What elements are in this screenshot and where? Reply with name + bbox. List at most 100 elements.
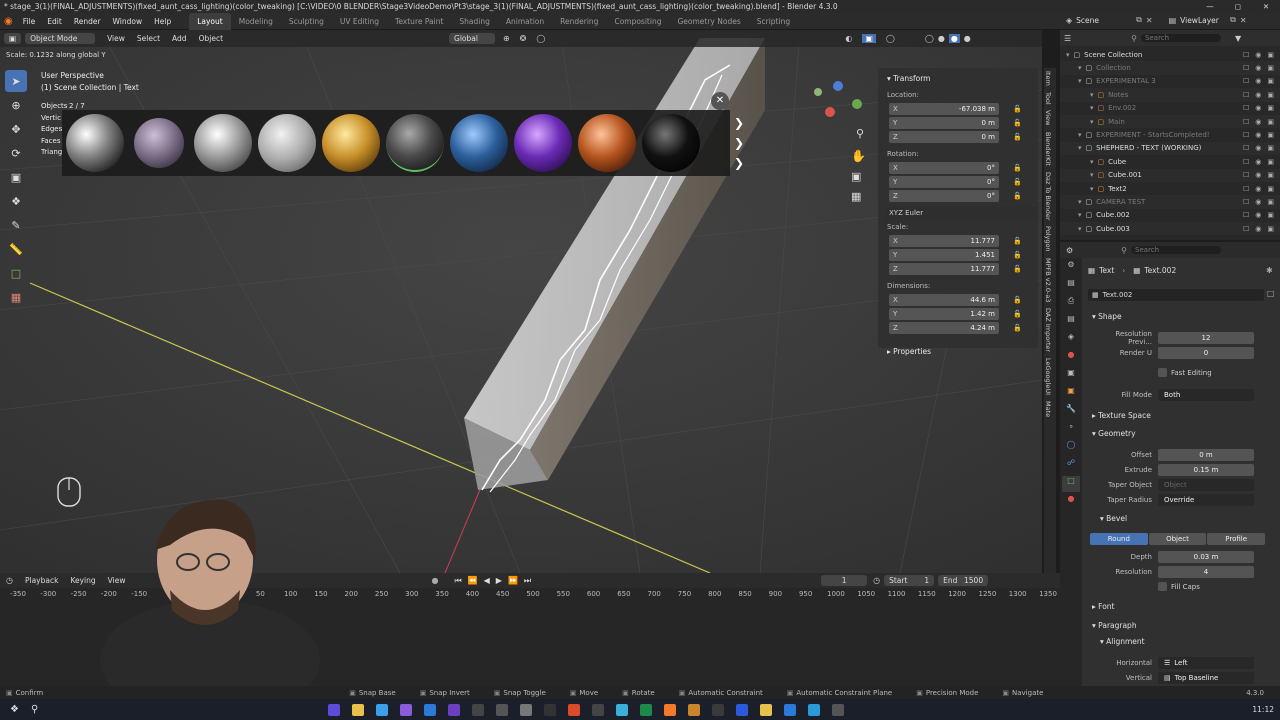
offset-field[interactable]: 0 m xyxy=(1158,448,1254,461)
exclude-checkbox-icon[interactable]: ☐ xyxy=(1243,144,1249,152)
sidebar-tab-blenderkit[interactable]: BlenderKit xyxy=(1044,129,1052,169)
new-scene-icon[interactable]: ⧉ xyxy=(1136,15,1142,25)
transform-tool-icon[interactable]: ❖ xyxy=(5,190,27,212)
timeline-editor-icon[interactable]: ◷ xyxy=(6,576,13,585)
exclude-checkbox-icon[interactable]: ☐ xyxy=(1243,77,1249,85)
location-x-field[interactable]: X -67.038 m xyxy=(889,103,999,115)
tab-rendering[interactable]: Rendering xyxy=(552,13,606,30)
taskbar-clock[interactable]: 11:12 xyxy=(1252,705,1274,714)
outliner-row[interactable]: ▾ ▢ EXPERIMENT - StartsCompleted! ☐ ◉ ▣ xyxy=(1060,128,1280,141)
taskbar-app-icon[interactable] xyxy=(544,703,557,716)
rotation-z-field[interactable]: Z 0° xyxy=(889,190,999,202)
expand-arrow-icon[interactable]: ▾ xyxy=(1078,77,1082,85)
lock-icon[interactable]: 🔓 xyxy=(1013,133,1022,141)
bevel-tab-profile[interactable]: Profile xyxy=(1207,533,1266,545)
eye-icon[interactable]: ◉ xyxy=(1255,144,1261,152)
taskbar-app-icon[interactable] xyxy=(736,703,749,716)
exclude-checkbox-icon[interactable]: ☐ xyxy=(1243,225,1249,233)
sidebar-tab-daz-to-blender[interactable]: Daz To Blender xyxy=(1044,169,1052,224)
fill-mode-dropdown[interactable]: Both xyxy=(1158,388,1254,401)
new-view-layer-icon[interactable]: ⧉ xyxy=(1230,15,1236,25)
taskbar-app-icon[interactable] xyxy=(328,703,341,716)
bevel-panel-header[interactable]: ▾ Bevel xyxy=(1100,514,1127,523)
preview-range-icon[interactable]: ◷ xyxy=(873,576,880,585)
expand-arrow-icon[interactable]: ▾ xyxy=(1078,198,1082,206)
taskbar-app-icon[interactable] xyxy=(520,703,533,716)
properties-type-icon[interactable]: ⚙ xyxy=(1066,246,1073,255)
shading-solid-icon[interactable]: ● xyxy=(938,34,945,43)
vertical-align-dropdown[interactable]: ▤ Top Baseline xyxy=(1158,671,1254,684)
taskbar-app-icon[interactable] xyxy=(616,703,629,716)
texture-space-panel-header[interactable]: ▸ Texture Space xyxy=(1092,411,1151,420)
taskbar-app-icon[interactable] xyxy=(472,703,485,716)
material-ball-black[interactable] xyxy=(642,114,700,172)
zoom-icon[interactable]: ⚲ xyxy=(856,127,864,140)
camera-render-icon[interactable]: ▣ xyxy=(1267,131,1274,139)
gizmo-neg-y-icon[interactable] xyxy=(814,88,822,96)
outliner-row[interactable]: ▾ ▢ Collection ☐ ◉ ▣ xyxy=(1060,61,1280,75)
jump-end-icon[interactable]: ⏭ xyxy=(524,576,531,586)
close-window-icon[interactable]: ✕ xyxy=(1252,0,1280,13)
viewport-menu-object[interactable]: Object xyxy=(193,34,229,43)
camera-view-icon[interactable]: ▣ xyxy=(851,170,861,183)
outliner-row[interactable]: ▾ ▢ Notes ☐ ◉ ▣ xyxy=(1060,88,1280,102)
outliner-row[interactable]: ▾ ▢ Main ☐ ◉ ▣ xyxy=(1060,114,1280,129)
menu-window[interactable]: Window xyxy=(107,17,149,26)
material-ball-sparkle[interactable] xyxy=(66,114,124,172)
expand-arrow-icon[interactable]: ▾ xyxy=(1090,104,1094,112)
scene-tab-icon[interactable]: ◈ xyxy=(1062,332,1080,348)
extrude-field[interactable]: 0.15 m xyxy=(1158,463,1254,476)
delete-view-layer-icon[interactable]: ✕ xyxy=(1240,16,1247,25)
taskbar-app-icon[interactable] xyxy=(352,703,365,716)
bevel-tab-round[interactable]: Round xyxy=(1090,533,1148,545)
sidebar-tab-mate[interactable]: Mate xyxy=(1044,398,1052,420)
taskbar-app-icon[interactable] xyxy=(784,703,797,716)
outliner-row[interactable]: ▾ ▢ Cube.001 ☐ ◉ ▣ xyxy=(1060,168,1280,182)
taskbar-app-icon[interactable] xyxy=(712,703,725,716)
cursor-tool-icon[interactable]: ⊕ xyxy=(5,94,27,116)
font-panel-header[interactable]: ▸ Font xyxy=(1092,602,1115,611)
eye-icon[interactable]: ◉ xyxy=(1255,77,1261,85)
sidebar-tab-legoogleui[interactable]: LeGoogleUI xyxy=(1044,355,1052,398)
eye-icon[interactable]: ◉ xyxy=(1255,118,1261,126)
dimensions-z-field[interactable]: Z 4.24 m xyxy=(889,322,999,334)
scale-y-field[interactable]: Y 1.451 xyxy=(889,249,999,261)
outliner-row[interactable]: ▾ ▢ Env.002 ☐ ◉ ▣ xyxy=(1060,102,1280,115)
pivot-icon[interactable]: ⊕ xyxy=(503,34,510,43)
tab-geometry-nodes[interactable]: Geometry Nodes xyxy=(669,13,748,30)
camera-render-icon[interactable]: ▣ xyxy=(1267,77,1274,85)
annotate-tool-icon[interactable]: ✎ xyxy=(5,214,27,236)
dimensions-x-field[interactable]: X 44.6 m xyxy=(889,294,999,306)
ortho-toggle-icon[interactable]: ▦ xyxy=(851,190,861,203)
end-frame-field[interactable]: End 1500 xyxy=(938,575,989,586)
object-tab-icon[interactable]: ▣ xyxy=(1062,386,1080,402)
taskbar-app-icon[interactable] xyxy=(808,703,821,716)
tab-compositing[interactable]: Compositing xyxy=(606,13,669,30)
mode-selector[interactable]: Object Mode xyxy=(25,33,96,44)
depth-field[interactable]: 0.03 m xyxy=(1158,550,1254,563)
taskbar-app-icon[interactable] xyxy=(688,703,701,716)
expand-arrow-icon[interactable]: ▾ xyxy=(1078,144,1082,152)
outliner-row[interactable]: ▾ ▢ Cube ☐ ◉ ▣ xyxy=(1060,155,1280,168)
outliner-search-input[interactable]: Search xyxy=(1141,34,1222,42)
camera-render-icon[interactable]: ▣ xyxy=(1267,158,1274,166)
rotation-mode-selector[interactable]: XYZ Euler xyxy=(885,207,1037,219)
data-tab-icon[interactable]: □ xyxy=(1062,476,1080,492)
bevel-tab-object[interactable]: Object xyxy=(1148,533,1207,545)
sidebar-tab-item[interactable]: Item xyxy=(1044,68,1052,89)
rotation-x-field[interactable]: X 0° xyxy=(889,162,999,174)
transform-orientation-selector[interactable]: Global xyxy=(449,33,496,44)
proportional-edit-icon[interactable]: ◯ xyxy=(536,34,545,43)
paragraph-panel-header[interactable]: ▾ Paragraph xyxy=(1092,621,1137,630)
eye-icon[interactable]: ◉ xyxy=(1255,64,1261,72)
taskbar-app-icon[interactable] xyxy=(592,703,605,716)
lock-icon[interactable]: 🔓 xyxy=(1013,296,1022,304)
properties-search-input[interactable]: Search xyxy=(1131,246,1222,254)
taper-radius-dropdown[interactable]: Override xyxy=(1158,493,1254,506)
material-ball-lilac[interactable] xyxy=(134,118,184,168)
filter-icon[interactable]: ▼ xyxy=(1235,34,1241,43)
taskbar-app-icon[interactable] xyxy=(400,703,413,716)
camera-render-icon[interactable]: ▣ xyxy=(1267,91,1274,99)
lock-icon[interactable]: 🔓 xyxy=(1013,324,1022,332)
camera-render-icon[interactable]: ▣ xyxy=(1267,64,1274,72)
